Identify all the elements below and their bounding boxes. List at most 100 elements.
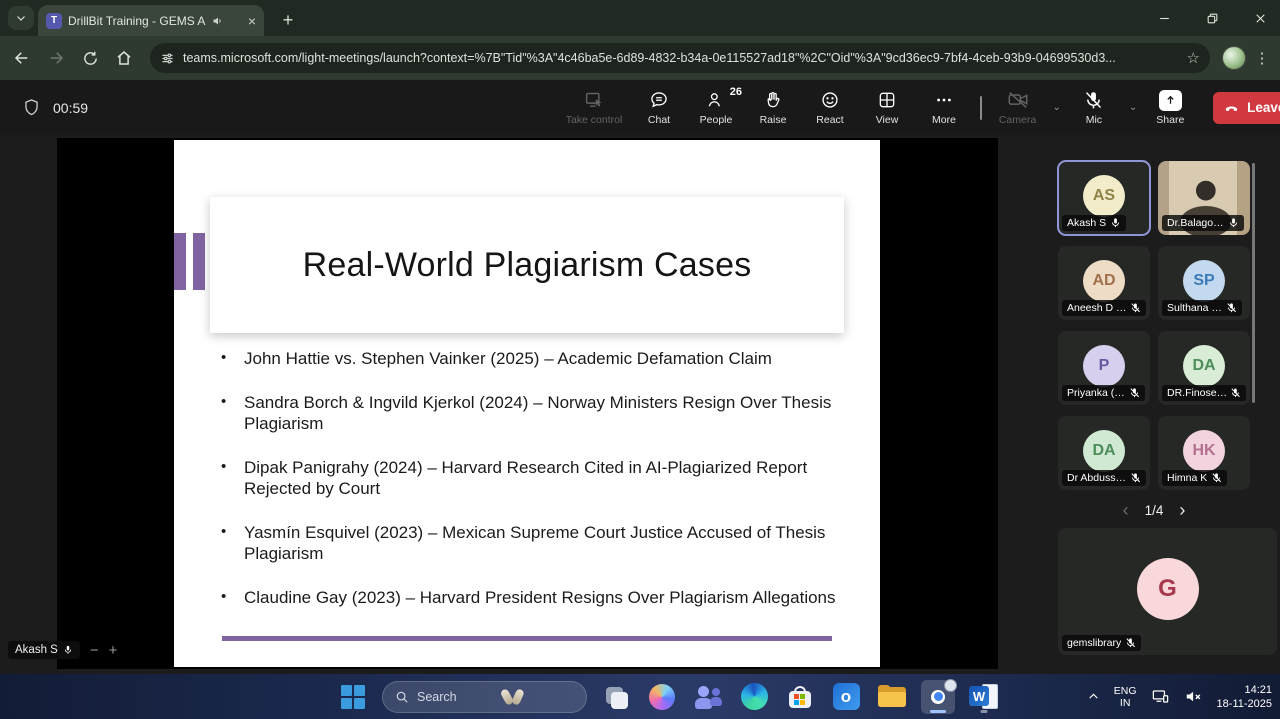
browser-menu-icon[interactable]: ⋮ bbox=[1252, 49, 1272, 67]
browser-tab[interactable]: T DrillBit Training - GEMS Art × bbox=[38, 5, 264, 36]
participant-name-pill: gemslibrary bbox=[1062, 635, 1142, 651]
profile-avatar[interactable] bbox=[1222, 46, 1246, 70]
camera-button[interactable]: Camera bbox=[994, 89, 1042, 126]
volume-muted-icon[interactable] bbox=[1184, 687, 1203, 706]
cast-icon[interactable] bbox=[1151, 687, 1170, 706]
url-text[interactable]: teams.microsoft.com/light-meetings/launc… bbox=[183, 51, 1179, 65]
search-placeholder: Search bbox=[417, 689, 457, 704]
camera-options-chevron[interactable]: ⌄ bbox=[1053, 102, 1061, 113]
participant-name-pill: Dr.Balago… bbox=[1162, 215, 1244, 231]
window-restore-button[interactable] bbox=[1202, 8, 1222, 28]
avatar: AD bbox=[1083, 260, 1125, 302]
copilot-icon bbox=[649, 683, 675, 710]
tray-chevron-icon[interactable] bbox=[1087, 690, 1100, 703]
participant-tile[interactable]: AS Akash S bbox=[1057, 160, 1151, 236]
chrome-icon bbox=[924, 678, 957, 711]
participant-name: Dr Abduss… bbox=[1067, 472, 1126, 484]
language-indicator[interactable]: ENG IN bbox=[1114, 685, 1137, 709]
chat-button[interactable]: Chat bbox=[635, 89, 683, 126]
view-button[interactable]: View bbox=[863, 89, 911, 126]
participant-tile[interactable]: HK Himna K bbox=[1158, 416, 1250, 490]
slide-accent-rule bbox=[222, 636, 832, 641]
home-button[interactable] bbox=[110, 44, 138, 72]
edge-button[interactable] bbox=[737, 680, 771, 714]
tab-title: DrillBit Training - GEMS Art bbox=[68, 13, 206, 28]
participant-tile[interactable]: P Priyanka (… bbox=[1058, 331, 1150, 405]
system-tray: ENG IN 14:21 18-11-2025 bbox=[1087, 674, 1272, 719]
copilot-button[interactable] bbox=[645, 680, 679, 714]
file-explorer-button[interactable] bbox=[875, 680, 909, 714]
mic-button[interactable]: Mic bbox=[1070, 89, 1118, 126]
participant-name: Sulthana … bbox=[1167, 302, 1222, 314]
meeting-stage: Real-World Plagiarism Cases John Hattie … bbox=[0, 135, 1280, 674]
zoom-in-button[interactable]: + bbox=[109, 642, 118, 659]
avatar: SP bbox=[1183, 260, 1225, 302]
participant-name-pill: Himna K bbox=[1162, 470, 1228, 486]
chrome-button[interactable] bbox=[921, 678, 957, 714]
mic-muted-icon bbox=[1131, 303, 1140, 313]
teams-icon bbox=[693, 684, 723, 710]
participant-name: Akash S bbox=[1067, 217, 1107, 229]
teams-favicon-icon: T bbox=[46, 12, 62, 29]
site-info-icon[interactable] bbox=[160, 51, 175, 66]
view-grid-icon bbox=[877, 89, 897, 111]
share-button[interactable]: Share bbox=[1146, 89, 1194, 126]
meeting-toolbar: 00:59 Take control Chat 26 People Raise … bbox=[0, 80, 1280, 135]
react-button[interactable]: React bbox=[806, 89, 854, 126]
shared-screen: Real-World Plagiarism Cases John Hattie … bbox=[57, 138, 998, 669]
take-control-button[interactable]: Take control bbox=[562, 89, 626, 126]
participant-tile[interactable]: DA Dr Abduss… bbox=[1058, 416, 1150, 490]
window-close-button[interactable] bbox=[1250, 8, 1270, 28]
reload-button[interactable] bbox=[76, 44, 104, 72]
browser-tab-strip: T DrillBit Training - GEMS Art × + bbox=[0, 0, 1280, 36]
task-view-button[interactable] bbox=[599, 680, 633, 714]
avatar: HK bbox=[1183, 430, 1225, 472]
word-button[interactable]: W bbox=[967, 680, 1001, 714]
raise-hand-button[interactable]: Raise bbox=[749, 89, 797, 126]
participant-tile[interactable]: DA DR.Finose… bbox=[1158, 331, 1250, 405]
slide-title: Real-World Plagiarism Cases bbox=[302, 245, 752, 284]
zoom-out-button[interactable]: − bbox=[90, 642, 99, 659]
new-tab-button[interactable]: + bbox=[276, 8, 300, 32]
mic-muted-icon bbox=[1212, 473, 1222, 483]
mic-options-chevron[interactable]: ⌄ bbox=[1129, 102, 1137, 113]
participant-tile[interactable]: AD Aneesh D … bbox=[1058, 246, 1150, 320]
taskbar-clock[interactable]: 14:21 18-11-2025 bbox=[1217, 683, 1272, 711]
bookmark-star-icon[interactable]: ☆ bbox=[1187, 49, 1200, 67]
tab-search-button[interactable] bbox=[8, 6, 34, 30]
mic-muted-icon bbox=[1227, 303, 1236, 313]
participant-name-pill: Sulthana … bbox=[1162, 300, 1242, 316]
outlook-button[interactable]: o bbox=[829, 680, 863, 714]
participant-name-pill: Akash S bbox=[1062, 215, 1127, 231]
outlook-icon: o bbox=[832, 683, 860, 710]
taskbar-search[interactable]: Search bbox=[382, 680, 587, 713]
spotlight-tile[interactable]: G gemslibrary bbox=[1058, 528, 1277, 655]
participant-tile[interactable]: Dr.Balago… bbox=[1158, 161, 1250, 235]
pager-prev-icon[interactable]: ‹ bbox=[1123, 500, 1129, 521]
word-icon: W bbox=[969, 683, 999, 710]
forward-button[interactable] bbox=[42, 44, 70, 72]
more-button[interactable]: More bbox=[920, 89, 968, 126]
window-minimize-button[interactable] bbox=[1154, 8, 1174, 28]
more-dots-icon bbox=[934, 89, 954, 111]
pager-next-icon[interactable]: › bbox=[1179, 500, 1185, 521]
store-icon bbox=[788, 685, 812, 709]
windows-logo-icon bbox=[341, 684, 365, 709]
back-button[interactable] bbox=[8, 44, 36, 72]
address-bar[interactable]: teams.microsoft.com/light-meetings/launc… bbox=[150, 43, 1210, 73]
participant-rail-scrollbar[interactable] bbox=[1252, 163, 1255, 403]
leave-button[interactable]: Leave bbox=[1213, 91, 1280, 124]
start-button[interactable] bbox=[336, 680, 370, 714]
people-button[interactable]: 26 People bbox=[692, 86, 742, 126]
teams-button[interactable] bbox=[691, 680, 725, 714]
store-button[interactable] bbox=[783, 680, 817, 714]
participant-name: Dr.Balago… bbox=[1167, 217, 1224, 229]
slide-bullet: Yasmín Esquivel (2023) – Mexican Supreme… bbox=[221, 521, 872, 564]
mic-muted-icon bbox=[1083, 89, 1104, 111]
tab-audio-icon[interactable] bbox=[212, 15, 224, 27]
tab-close-icon[interactable]: × bbox=[248, 14, 256, 28]
toolbar-divider bbox=[980, 95, 982, 120]
participant-tile[interactable]: SP Sulthana … bbox=[1158, 246, 1250, 320]
participant-name: gemslibrary bbox=[1067, 637, 1122, 649]
edge-icon bbox=[740, 683, 768, 710]
